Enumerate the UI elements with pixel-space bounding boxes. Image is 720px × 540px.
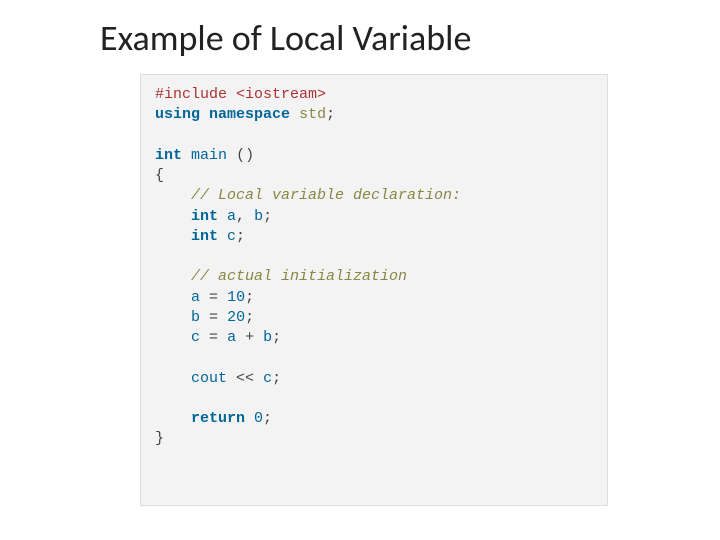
punc-semi: ;: [272, 370, 281, 387]
kw-int: int: [191, 208, 218, 225]
op-eq: =: [209, 309, 218, 326]
num-0: 0: [254, 410, 263, 427]
id-c: c: [263, 370, 272, 387]
comment-init: // actual initialization: [191, 268, 407, 285]
op-ins: <<: [236, 370, 254, 387]
punc-semi: ;: [245, 309, 254, 326]
num-20: 20: [227, 309, 245, 326]
brace-open: {: [155, 167, 164, 184]
kw-using: using: [155, 106, 200, 123]
id-main: main: [191, 147, 227, 164]
id-c: c: [227, 228, 236, 245]
slide-title: Example of Local Variable: [100, 16, 680, 60]
id-c: c: [191, 329, 200, 346]
paren-close: ): [245, 147, 254, 164]
punc-semi: ;: [263, 410, 272, 427]
punc-semi: ;: [245, 289, 254, 306]
id-b: b: [263, 329, 272, 346]
op-eq: =: [209, 329, 218, 346]
id-b: b: [254, 208, 263, 225]
comment-decl: // Local variable declaration:: [191, 187, 461, 204]
kw-int: int: [155, 147, 182, 164]
slide: Example of Local Variable #include <iost…: [0, 0, 720, 518]
punc-semi: ;: [236, 228, 245, 245]
id-a: a: [227, 208, 236, 225]
id-b: b: [191, 309, 200, 326]
punc-semi: ;: [263, 208, 272, 225]
id-std: std: [299, 106, 326, 123]
id-a: a: [227, 329, 236, 346]
punc-semi: ;: [272, 329, 281, 346]
id-cout: cout: [191, 370, 227, 387]
paren-open: (: [236, 147, 245, 164]
id-a: a: [191, 289, 200, 306]
punc-semi: ;: [326, 106, 335, 123]
preprocessor-include: #include: [155, 86, 227, 103]
code-block: #include <iostream> using namespace std;…: [140, 74, 608, 506]
op-eq: =: [209, 289, 218, 306]
kw-namespace: namespace: [209, 106, 290, 123]
op-plus: +: [245, 329, 254, 346]
kw-int: int: [191, 228, 218, 245]
num-10: 10: [227, 289, 245, 306]
kw-return: return: [191, 410, 245, 427]
include-target: <iostream>: [236, 86, 326, 103]
punc-comma: ,: [236, 208, 245, 225]
brace-close: }: [155, 430, 164, 447]
